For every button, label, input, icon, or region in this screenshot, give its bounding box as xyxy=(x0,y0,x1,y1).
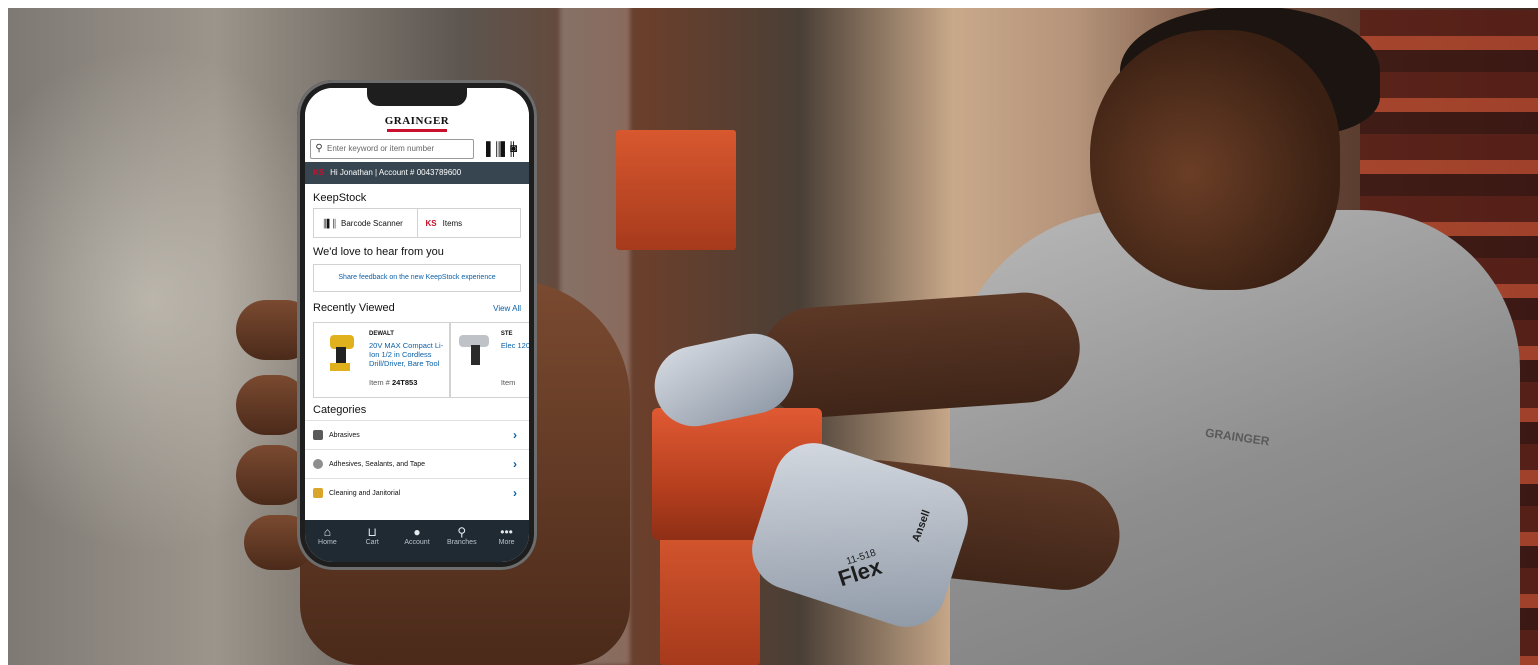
keepstock-buttons: ║▌║ Barcode Scanner KS Items xyxy=(313,208,521,238)
tab-branches[interactable]: ⚲ Branches xyxy=(439,520,484,562)
drill-image xyxy=(324,333,358,373)
chevron-right-icon: › xyxy=(513,486,517,500)
feedback-link[interactable]: Share feedback on the new KeepStock expe… xyxy=(313,264,521,292)
category-cleaning[interactable]: Cleaning and Janitorial › xyxy=(305,478,529,507)
adhesives-icon xyxy=(313,459,323,469)
category-abrasives[interactable]: Abrasives › xyxy=(305,420,529,449)
product-card[interactable]: DEWALT 20V MAX Compact Li-Ion 1/2 in Cor… xyxy=(313,322,450,398)
phone-screen: GRAINGER ⚲ Enter keyword or item number ▌… xyxy=(305,88,529,562)
categories-title: Categories xyxy=(313,404,367,416)
account-text: Hi Jonathan | Account # 0043789600 xyxy=(330,168,462,177)
tab-label: Branches xyxy=(447,539,477,546)
cart-icon: ⊔ xyxy=(367,525,377,539)
home-icon: ⌂ xyxy=(323,525,332,539)
search-input[interactable]: ⚲ Enter keyword or item number xyxy=(310,139,474,159)
tab-label: Cart xyxy=(365,539,379,546)
recently-viewed-title: Recently Viewed xyxy=(313,302,395,314)
product-brand: DEWALT xyxy=(369,331,394,337)
product-item-number: Item xyxy=(500,378,516,387)
chevron-right-icon: › xyxy=(513,428,517,442)
tab-label: More xyxy=(498,539,515,546)
abrasives-icon xyxy=(313,430,323,440)
more-icon: ••• xyxy=(500,525,513,539)
tab-account[interactable]: ● Account xyxy=(395,520,440,562)
category-label: Cleaning and Janitorial xyxy=(329,489,401,497)
recently-viewed-list: DEWALT 20V MAX Compact Li-Ion 1/2 in Cor… xyxy=(313,322,529,398)
frame-left xyxy=(0,0,8,665)
tab-cart[interactable]: ⊔ Cart xyxy=(350,520,395,562)
frame-top xyxy=(0,0,1538,8)
location-pin-icon: ⚲ xyxy=(457,525,467,539)
tab-label: Home xyxy=(318,539,337,546)
view-all-link[interactable]: View All xyxy=(493,304,521,314)
category-label: Abrasives xyxy=(329,431,360,439)
product-brand: STE xyxy=(500,331,513,337)
search-icon: ⚲ xyxy=(315,143,323,154)
product-name[interactable]: Elec 120 Tem xyxy=(501,341,529,350)
phone-notch xyxy=(367,88,467,106)
background-photo: 11-518 Flex Ansell GRAINGER xyxy=(0,0,1538,665)
shelf-bins xyxy=(616,130,736,250)
ks-items-label: Items xyxy=(442,218,463,228)
recently-viewed-header: Recently Viewed View All xyxy=(305,292,529,318)
category-adhesives[interactable]: Adhesives, Sealants, and Tape › xyxy=(305,449,529,478)
tab-home[interactable]: ⌂ Home xyxy=(305,520,350,562)
ks-items-button[interactable]: KS Items xyxy=(418,209,521,237)
barcode-icon: ║▌║ xyxy=(322,218,337,228)
grainger-logo[interactable]: GRAINGER xyxy=(305,115,529,127)
keepstock-title: KeepStock xyxy=(313,192,367,204)
chevron-right-icon: › xyxy=(513,457,517,471)
account-icon: ● xyxy=(413,525,421,539)
app-header: GRAINGER ⚲ Enter keyword or item number ▌… xyxy=(305,88,529,162)
feedback-title: We'd love to hear from you xyxy=(313,246,444,258)
camera-icon[interactable]: ◙ xyxy=(510,141,517,155)
person-head xyxy=(1090,30,1340,290)
person-arm xyxy=(756,288,1084,422)
impact-wrench-image xyxy=(457,331,491,371)
cleaning-icon xyxy=(313,488,323,498)
barcode-scanner-label: Barcode Scanner xyxy=(341,218,403,228)
bottom-tab-bar: ⌂ Home ⊔ Cart ● Account ⚲ Branches ••• More xyxy=(305,520,529,562)
tab-label: Account xyxy=(404,539,430,546)
product-item-number: Item # 24T853 xyxy=(369,378,418,387)
logo-underline xyxy=(387,129,447,132)
shelf-bins-lower xyxy=(660,520,760,665)
barcode-scanner-button[interactable]: ║▌║ Barcode Scanner xyxy=(314,209,418,237)
product-name[interactable]: 20V MAX Compact Li-Ion 1/2 in Cordless D… xyxy=(369,341,451,368)
product-card[interactable]: STE Elec 120 Tem Item xyxy=(449,322,529,398)
ks-badge: KS xyxy=(313,168,325,177)
tab-more[interactable]: ••• More xyxy=(484,520,529,562)
ks-logo: KS xyxy=(425,218,437,228)
category-label: Adhesives, Sealants, and Tape xyxy=(329,460,425,468)
account-bar[interactable]: KS Hi Jonathan | Account # 0043789600 xyxy=(305,162,529,184)
search-placeholder: Enter keyword or item number xyxy=(327,144,435,153)
